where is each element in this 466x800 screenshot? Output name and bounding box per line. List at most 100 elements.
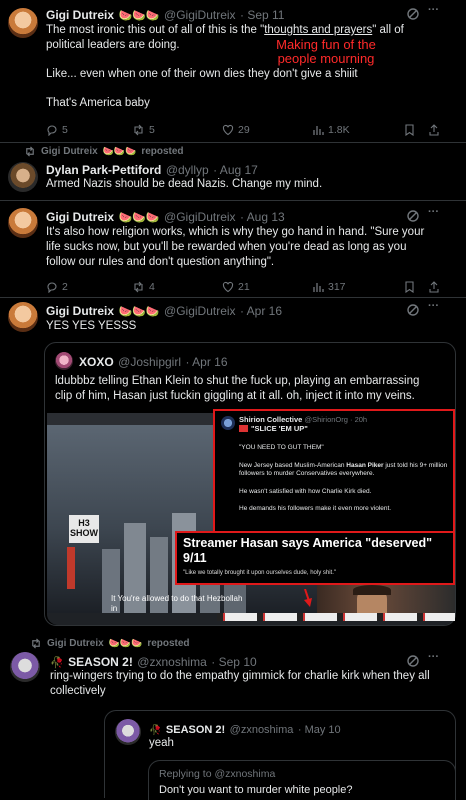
avatar[interactable] xyxy=(8,208,38,238)
headline-overlay: Streamer Hasan says America "deserved" 9… xyxy=(175,531,455,585)
tweet-text: YES YES YESSS xyxy=(46,320,137,332)
author-name[interactable]: Gigi Dutreix xyxy=(46,304,114,318)
annotation-line: Making fun of the xyxy=(276,37,376,52)
tweet-text: It's also how religion works, which is w… xyxy=(46,225,458,270)
more-icon[interactable]: ··· xyxy=(428,4,439,16)
author-handle: @Joshipgirl xyxy=(118,355,182,369)
grok-icon[interactable] xyxy=(406,209,420,223)
text-line: It's also how religion works, which is w… xyxy=(46,226,425,238)
overlay-handle: @ShirionOrg · 20h xyxy=(304,415,368,424)
timestamp: · May 10 xyxy=(297,724,341,736)
overlay-text: followers to murder Conservatives everyw… xyxy=(239,470,375,477)
share-button[interactable] xyxy=(428,281,440,293)
webcam-feed xyxy=(317,585,455,613)
author-name: SEASON 2! xyxy=(165,724,226,736)
timestamp: · Apr 16 xyxy=(185,355,228,369)
like-button[interactable]: 21 xyxy=(222,281,250,293)
views-button[interactable]: 317 xyxy=(312,281,346,293)
quote-text: Don't you want to murder white people? xyxy=(159,784,353,796)
avatar xyxy=(55,352,73,370)
author-handle[interactable]: @GigiDutreix xyxy=(164,210,236,224)
repost-suffix: reposted xyxy=(141,146,184,157)
avatar[interactable] xyxy=(8,8,38,38)
repost-indicator[interactable]: Gigi Dutreix 🍉🍉🍉 reposted xyxy=(30,638,190,649)
replying-to: Replying to @zxnoshima xyxy=(159,768,276,780)
views-button[interactable]: 1.8K xyxy=(312,124,350,136)
author-handle[interactable]: @zxnoshima xyxy=(137,655,207,669)
caption-line: It You're allowed to do that Hezbollah xyxy=(111,594,243,603)
more-icon[interactable]: ··· xyxy=(428,206,439,218)
bookmark-button[interactable] xyxy=(404,281,415,293)
overlay-tag: "SLICE 'EM UP" xyxy=(239,424,308,433)
share-icon xyxy=(429,281,439,293)
heart-icon xyxy=(222,281,234,293)
h3-show-logo: H3 SHOW xyxy=(69,515,99,543)
quoted-tweet[interactable]: XOXO @Joshipgirl · Apr 16 ldubbbz tellin… xyxy=(44,342,456,626)
bookmark-button[interactable] xyxy=(404,124,415,136)
logo-text: H3 SHOW xyxy=(70,518,98,538)
avatar[interactable] xyxy=(8,162,38,192)
reply-icon xyxy=(47,282,57,293)
grok-icon[interactable] xyxy=(406,303,420,317)
text-segment: The most ironic this out of all of this … xyxy=(46,24,265,36)
annotation-line: people mourning xyxy=(277,51,375,66)
divider xyxy=(0,200,466,201)
divider xyxy=(0,297,466,298)
repost-button[interactable]: 4 xyxy=(132,281,155,293)
overlay-header: Shirion Collective @ShirionOrg · 20h xyxy=(239,415,367,424)
overlay-bold: Hasan Piker xyxy=(346,461,384,469)
author-name[interactable]: SEASON 2! xyxy=(68,655,133,669)
overlay-body: "YOU NEED TO GUT THEM" New Jersey based … xyxy=(239,444,453,514)
video-caption: It You're allowed to do that Hezbollah i… xyxy=(111,594,242,614)
overlay-tag-text: "SLICE 'EM UP" xyxy=(251,424,308,433)
watermelon-emoji: 🍉🍉🍉 xyxy=(108,638,143,648)
tweet-header: Gigi Dutreix 🍉🍉🍉 @GigiDutreix · Aug 13 xyxy=(46,208,285,226)
text-line: collectively xyxy=(50,685,106,697)
timestamp[interactable]: · Sep 10 xyxy=(211,655,256,669)
headline-line: 9/11 xyxy=(183,551,207,565)
alarm-icon xyxy=(239,425,248,432)
timestamp[interactable]: · Apr 16 xyxy=(240,304,282,318)
repost-button[interactable]: 5 xyxy=(132,124,155,136)
repost-label: Gigi Dutreix xyxy=(47,638,104,649)
overlay-text: He demands his followers make it even mo… xyxy=(239,505,392,512)
author-name[interactable]: Dylan Park-Pettiford xyxy=(46,163,161,177)
watermelon-emoji: 🍉🍉🍉 xyxy=(102,146,137,156)
overlay-text: just told his 9+ million xyxy=(383,461,448,469)
quote-header: XOXO @Joshipgirl · Apr 16 xyxy=(79,353,228,371)
avatar[interactable] xyxy=(8,302,38,332)
repost-icon xyxy=(134,281,143,293)
repost-count: 5 xyxy=(149,124,155,136)
tweet-text: The most ironic this out of all of this … xyxy=(46,23,446,111)
like-button[interactable]: 29 xyxy=(222,124,250,136)
timestamp[interactable]: · Aug 13 xyxy=(240,210,285,224)
share-button[interactable] xyxy=(428,124,440,136)
more-icon[interactable]: ··· xyxy=(428,651,439,663)
repost-indicator[interactable]: Gigi Dutreix 🍉🍉🍉 reposted xyxy=(24,146,184,157)
quote-text: yeah xyxy=(149,737,174,749)
timestamp[interactable]: · Sep 11 xyxy=(240,8,284,22)
author-name[interactable]: Gigi Dutreix xyxy=(46,210,114,224)
heart-icon xyxy=(222,124,234,136)
headline-sub: "Like we totally brought it upon ourselv… xyxy=(183,570,337,576)
repost-label: Gigi Dutreix xyxy=(41,146,98,157)
author-handle[interactable]: @dyllyp xyxy=(166,163,209,177)
author-name: XOXO xyxy=(79,355,114,369)
view-count: 1.8K xyxy=(328,124,350,136)
avatar[interactable] xyxy=(10,652,40,682)
grok-icon[interactable] xyxy=(406,7,420,21)
reply-count: 2 xyxy=(62,281,68,293)
author-handle[interactable]: @GigiDutreix xyxy=(164,304,236,318)
author-handle[interactable]: @GigiDutreix xyxy=(164,8,236,22)
author-name[interactable]: Gigi Dutreix xyxy=(46,8,114,22)
reply-count: 5 xyxy=(62,124,68,136)
reply-button[interactable]: 2 xyxy=(46,281,68,293)
text-line: ldubbbz telling Ethan Klein to shut the … xyxy=(55,375,420,387)
nested-quoted-tweet[interactable]: Replying to @zxnoshima Don't you want to… xyxy=(148,760,456,800)
more-icon[interactable]: ··· xyxy=(428,300,439,312)
text-line: ring-wingers trying to do the empathy gi… xyxy=(50,670,430,682)
timestamp[interactable]: · Aug 17 xyxy=(213,163,258,177)
grok-icon[interactable] xyxy=(406,654,420,668)
views-icon xyxy=(313,283,324,292)
reply-button[interactable]: 5 xyxy=(46,124,68,136)
